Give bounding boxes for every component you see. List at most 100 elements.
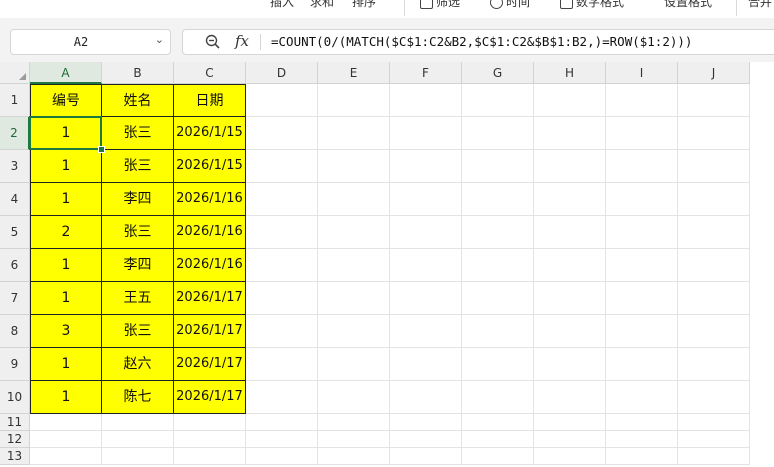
cell-h7[interactable] <box>534 282 606 315</box>
cell-b10[interactable]: 陈七 <box>102 381 174 414</box>
row-header-3[interactable]: 3 <box>0 150 30 183</box>
name-box[interactable]: A2 ⌄ <box>10 29 171 55</box>
cell-g4[interactable] <box>462 183 534 216</box>
cell-e8[interactable] <box>318 315 390 348</box>
cell-e12[interactable] <box>318 431 390 448</box>
cell-d13[interactable] <box>246 448 318 465</box>
cell-h1[interactable] <box>534 84 606 117</box>
select-all-corner[interactable] <box>0 62 30 84</box>
cell-e7[interactable] <box>318 282 390 315</box>
cell-f9[interactable] <box>390 348 462 381</box>
cell-h10[interactable] <box>534 381 606 414</box>
cell-d11[interactable] <box>246 414 318 431</box>
cell-e4[interactable] <box>318 183 390 216</box>
cell-h5[interactable] <box>534 216 606 249</box>
ribbon-time-button[interactable]: 时间 <box>490 0 530 10</box>
cell-c13[interactable] <box>174 448 246 465</box>
cell-e13[interactable] <box>318 448 390 465</box>
cell-g3[interactable] <box>462 150 534 183</box>
cell-j2[interactable] <box>678 117 750 150</box>
ribbon-sort-button[interactable]: 排序 <box>352 0 376 10</box>
cell-h6[interactable] <box>534 249 606 282</box>
ribbon-filter-button[interactable]: 筛选 <box>420 0 460 10</box>
cell-i9[interactable] <box>606 348 678 381</box>
zoom-icon[interactable] <box>204 33 222 51</box>
cell-i7[interactable] <box>606 282 678 315</box>
cell-d6[interactable] <box>246 249 318 282</box>
cell-c8[interactable]: 2026/1/17 <box>174 315 246 348</box>
cell-h11[interactable] <box>534 414 606 431</box>
ribbon-number-format-button[interactable]: 数字格式 <box>560 0 624 10</box>
cell-f4[interactable] <box>390 183 462 216</box>
row-header-1[interactable]: 1 <box>0 84 30 117</box>
fx-icon[interactable]: fx <box>235 32 249 50</box>
cell-d2[interactable] <box>246 117 318 150</box>
cell-c5[interactable]: 2026/1/16 <box>174 216 246 249</box>
cell-a1[interactable]: 编号 <box>30 84 102 117</box>
cell-i4[interactable] <box>606 183 678 216</box>
cell-e2[interactable] <box>318 117 390 150</box>
cell-f6[interactable] <box>390 249 462 282</box>
cell-a9[interactable]: 1 <box>30 348 102 381</box>
column-header-h[interactable]: H <box>534 62 606 84</box>
cell-i5[interactable] <box>606 216 678 249</box>
cell-c6[interactable]: 2026/1/16 <box>174 249 246 282</box>
cell-j4[interactable] <box>678 183 750 216</box>
cell-j8[interactable] <box>678 315 750 348</box>
cell-d9[interactable] <box>246 348 318 381</box>
cell-c3[interactable]: 2026/1/15 <box>174 150 246 183</box>
cell-j6[interactable] <box>678 249 750 282</box>
cell-e10[interactable] <box>318 381 390 414</box>
cell-c12[interactable] <box>174 431 246 448</box>
cell-a2[interactable]: 1 <box>30 117 102 150</box>
cell-h3[interactable] <box>534 150 606 183</box>
row-header-10[interactable]: 10 <box>0 381 30 414</box>
column-header-a[interactable]: A <box>30 62 102 84</box>
cell-e6[interactable] <box>318 249 390 282</box>
cell-j3[interactable] <box>678 150 750 183</box>
cell-c11[interactable] <box>174 414 246 431</box>
cell-e11[interactable] <box>318 414 390 431</box>
cell-a7[interactable]: 1 <box>30 282 102 315</box>
column-header-i[interactable]: I <box>606 62 678 84</box>
cell-b13[interactable] <box>102 448 174 465</box>
cell-e5[interactable] <box>318 216 390 249</box>
cell-f7[interactable] <box>390 282 462 315</box>
ribbon-sum-button[interactable]: 求和 <box>310 0 334 10</box>
cell-j11[interactable] <box>678 414 750 431</box>
row-header-2[interactable]: 2 <box>0 117 30 150</box>
cell-a5[interactable]: 2 <box>30 216 102 249</box>
cell-i10[interactable] <box>606 381 678 414</box>
cell-g10[interactable] <box>462 381 534 414</box>
cell-b7[interactable]: 王五 <box>102 282 174 315</box>
cell-g8[interactable] <box>462 315 534 348</box>
ribbon-insert-button[interactable]: 插入 <box>270 0 294 10</box>
chevron-down-icon[interactable]: ⌄ <box>155 33 164 46</box>
cell-b6[interactable]: 李四 <box>102 249 174 282</box>
row-header-6[interactable]: 6 <box>0 249 30 282</box>
cell-h4[interactable] <box>534 183 606 216</box>
cell-f1[interactable] <box>390 84 462 117</box>
cell-e9[interactable] <box>318 348 390 381</box>
row-header-12[interactable]: 12 <box>0 431 30 448</box>
cell-f13[interactable] <box>390 448 462 465</box>
cell-f10[interactable] <box>390 381 462 414</box>
cell-f12[interactable] <box>390 431 462 448</box>
cell-b8[interactable]: 张三 <box>102 315 174 348</box>
cell-i3[interactable] <box>606 150 678 183</box>
cell-e1[interactable] <box>318 84 390 117</box>
ribbon-merge-button[interactable]: 合并 <box>748 0 772 10</box>
row-header-11[interactable]: 11 <box>0 414 30 431</box>
cell-a4[interactable]: 1 <box>30 183 102 216</box>
cell-b11[interactable] <box>102 414 174 431</box>
cell-j7[interactable] <box>678 282 750 315</box>
cell-a11[interactable] <box>30 414 102 431</box>
cell-d7[interactable] <box>246 282 318 315</box>
cell-b3[interactable]: 张三 <box>102 150 174 183</box>
column-header-b[interactable]: B <box>102 62 174 84</box>
cell-j9[interactable] <box>678 348 750 381</box>
column-header-d[interactable]: D <box>246 62 318 84</box>
cell-d3[interactable] <box>246 150 318 183</box>
cell-c9[interactable]: 2026/1/17 <box>174 348 246 381</box>
row-header-4[interactable]: 4 <box>0 183 30 216</box>
